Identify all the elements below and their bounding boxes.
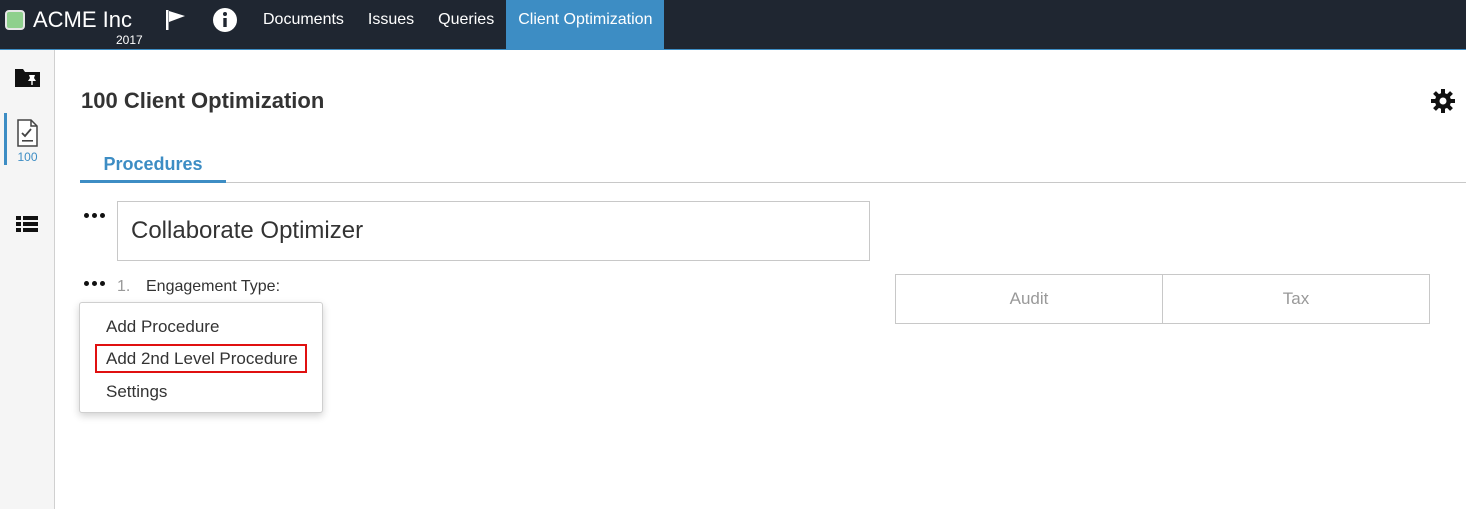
procedure-number: 1. — [117, 278, 131, 295]
info-icon[interactable] — [212, 7, 238, 33]
flag-icon[interactable] — [163, 7, 189, 33]
menu-add-procedure[interactable]: Add Procedure — [106, 317, 219, 337]
tabs-divider — [81, 182, 1466, 183]
procedure-label: Engagement Type: — [146, 278, 281, 295]
section-title: Collaborate Optimizer — [131, 217, 364, 244]
nav-client-optimization[interactable]: Client Optimization — [506, 0, 665, 50]
nav-queries[interactable]: Queries — [426, 0, 506, 40]
option-audit[interactable]: Audit — [896, 275, 1162, 323]
list-icon[interactable] — [0, 214, 55, 234]
menu-add-2nd-level-procedure[interactable]: Add 2nd Level Procedure — [106, 349, 298, 369]
brand-logo-icon — [5, 10, 25, 30]
active-section-number: 100 — [17, 150, 38, 164]
page-title: 100 Client Optimization — [81, 88, 325, 113]
menu-settings[interactable]: Settings — [106, 382, 167, 402]
engagement-year: 2017 — [116, 33, 143, 47]
option-tax[interactable]: Tax — [1162, 275, 1429, 323]
engagement-type-selector: Audit Tax — [895, 274, 1430, 324]
tab-procedures[interactable]: Procedures — [80, 150, 226, 183]
folder-pin-icon[interactable] — [0, 66, 55, 90]
company-name: ACME Inc — [33, 7, 133, 32]
section-title-field[interactable]: Collaborate Optimizer — [117, 201, 870, 261]
nav-issues[interactable]: Issues — [356, 0, 426, 40]
nav-documents[interactable]: Documents — [251, 0, 356, 40]
procedure-context-menu: Add Procedure Add 2nd Level Procedure Se… — [79, 302, 323, 413]
left-sidebar: 100 — [0, 50, 55, 509]
gear-icon[interactable] — [1430, 88, 1456, 114]
main-nav: Documents Issues Queries Client Optimiza… — [251, 0, 665, 50]
checklist-document-icon[interactable] — [0, 118, 55, 148]
section-more-button[interactable] — [82, 208, 108, 222]
top-navigation-bar: ACME Inc 2017 Documents Issues Queries C… — [0, 0, 1466, 50]
procedure-more-button[interactable] — [82, 276, 108, 290]
